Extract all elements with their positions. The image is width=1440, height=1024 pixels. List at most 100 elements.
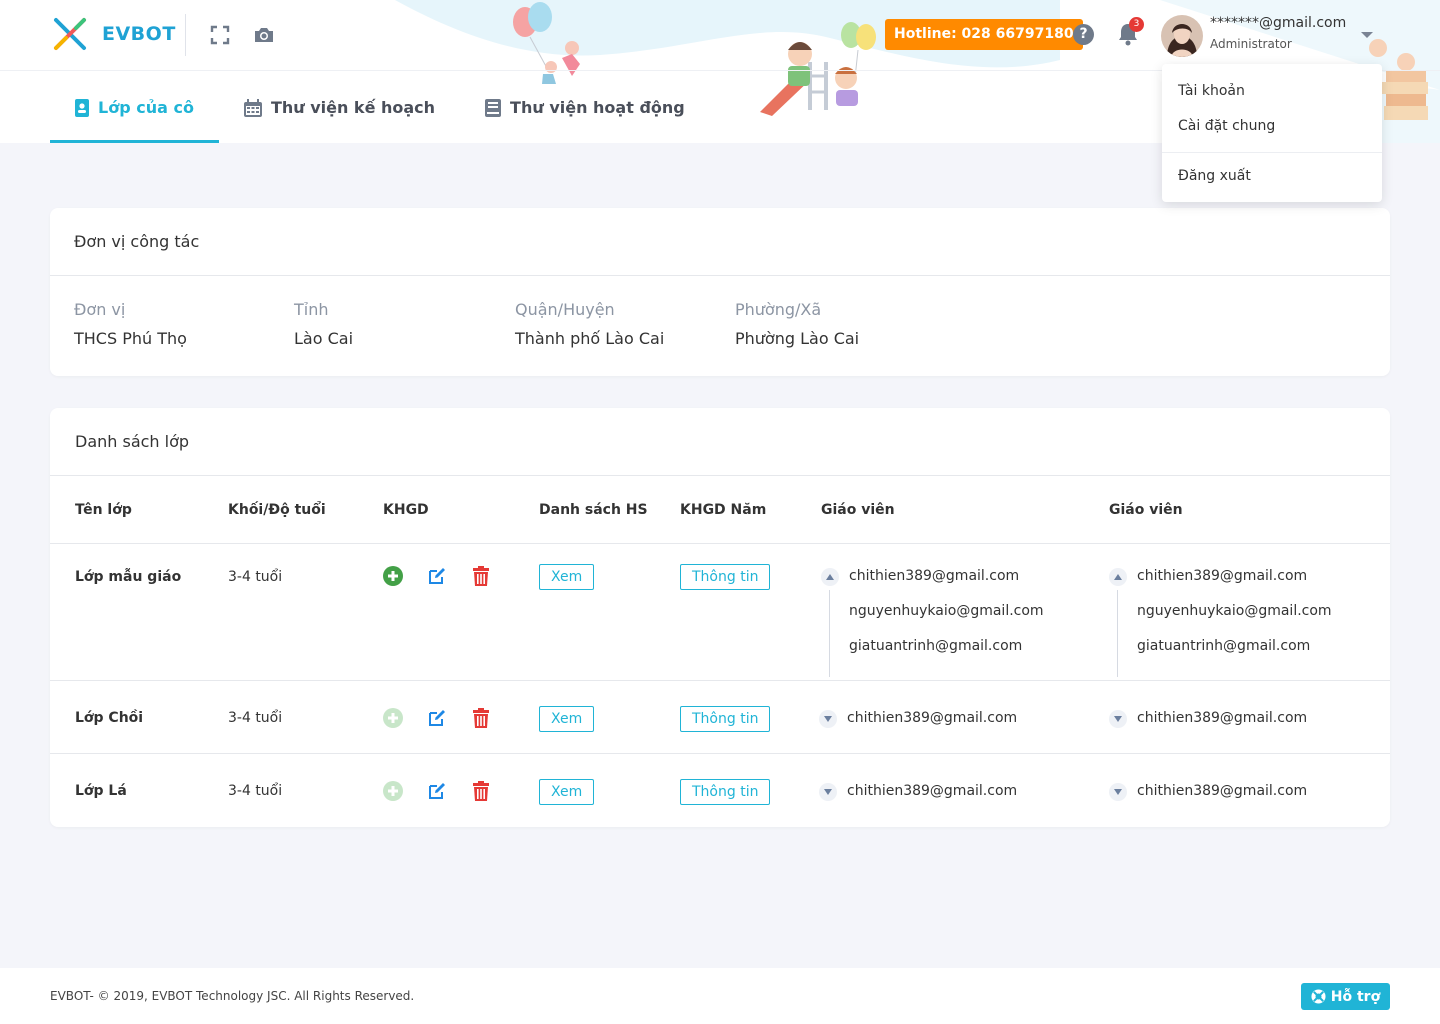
teacher-email: chithien389@gmail.com: [1137, 783, 1308, 799]
info-button[interactable]: Thông tin: [680, 779, 771, 805]
table-row: Lớp Lá 3-4 tuổi Xem Thông tin chithien38…: [50, 754, 1390, 827]
tab-label: Thư viện kế hoạch: [270, 98, 436, 117]
teacher-email: giatuantrinh@gmail.com: [849, 638, 1023, 654]
header-khgd: KHGD: [383, 502, 429, 518]
header-age-group: Khối/Độ tuổi: [228, 502, 326, 518]
class-name: Lớp mẫu giáo: [75, 569, 182, 585]
menu-item-logout[interactable]: Đăng xuất: [1162, 159, 1382, 194]
unit-field-district: Quận/Huyện Thành phố Lào Cai: [515, 300, 664, 348]
add-plan-icon[interactable]: [382, 565, 404, 587]
help-icon[interactable]: ?: [1073, 24, 1094, 45]
edit-icon[interactable]: [426, 707, 448, 729]
tree-line: [829, 590, 830, 677]
table-row: Lớp Chồi 3-4 tuổi Xem Thông tin chithien…: [50, 681, 1390, 754]
camera-icon[interactable]: [253, 24, 275, 46]
teacher-email: chithien389@gmail.com: [1137, 710, 1308, 726]
edit-icon[interactable]: [426, 780, 448, 802]
class-name: Lớp Lá: [75, 783, 127, 799]
calendar-icon: [243, 98, 262, 117]
evbot-logo-icon: [54, 18, 86, 50]
field-value: Thành phố Lào Cai: [515, 329, 665, 348]
add-plan-icon[interactable]: [382, 780, 404, 802]
header-khgd-year: KHGD Năm: [680, 502, 767, 518]
avatar[interactable]: [1161, 15, 1203, 57]
fullscreen-icon[interactable]: [209, 24, 231, 46]
hotline-badge[interactable]: Hotline: 028 66797180: [885, 19, 1083, 50]
footer: EVBOT- © 2019, EVBOT Technology JSC. All…: [0, 968, 1440, 1024]
support-label: Hỗ trợ: [1330, 988, 1381, 1005]
field-value: Phường Lào Cai: [735, 329, 860, 348]
class-age: 3-4 tuổi: [228, 569, 283, 585]
collapse-icon[interactable]: [821, 568, 839, 586]
delete-icon[interactable]: [470, 565, 492, 587]
teacher-email: chithien389@gmail.com: [847, 783, 1018, 799]
tab-activity-library[interactable]: Thư viện hoạt động: [460, 72, 710, 143]
class-name: Lớp Chồi: [75, 710, 144, 726]
expand-icon[interactable]: [819, 710, 837, 728]
class-list-title: Danh sách lớp: [50, 408, 1390, 476]
view-students-button[interactable]: Xem: [539, 564, 595, 590]
tree-line: [1117, 590, 1118, 677]
main-tabs: Lớp của cô Thư viện kế hoạch Thư viện ho…: [50, 72, 710, 143]
field-value: Lào Cai: [294, 329, 354, 348]
user-email[interactable]: *******@gmail.com: [1210, 15, 1346, 31]
table-row: Lớp mẫu giáo 3-4 tuổi Xem Thông tin chit…: [50, 544, 1390, 681]
view-students-button[interactable]: Xem: [539, 706, 595, 732]
unit-field-province: Tỉnh Lào Cai: [294, 300, 353, 348]
header-teacher-2: Giáo viên: [1109, 502, 1183, 518]
teacher-email: nguyenhuykaio@gmail.com: [849, 603, 1044, 619]
book-icon: [485, 98, 502, 117]
expand-icon[interactable]: [1109, 710, 1127, 728]
notification-bell-icon[interactable]: 3: [1117, 17, 1144, 46]
table-header: Tên lớp Khối/Độ tuổi KHGD Danh sách HS K…: [50, 476, 1390, 544]
unit-card-title: Đơn vị công tác: [50, 208, 1390, 276]
tab-plan-library[interactable]: Thư viện kế hoạch: [219, 72, 460, 143]
unit-field-ward: Phường/Xã Phường Lào Cai: [735, 300, 859, 348]
chevron-down-icon[interactable]: [1361, 32, 1373, 38]
teacher-email: chithien389@gmail.com: [847, 710, 1018, 726]
expand-icon[interactable]: [819, 783, 837, 801]
logo[interactable]: EVBOT: [52, 16, 176, 52]
field-label: Quận/Huyện: [515, 300, 615, 319]
lifebuoy-icon: [1311, 989, 1326, 1004]
header-student-list: Danh sách HS: [539, 502, 648, 518]
field-value: THCS Phú Thọ: [74, 329, 187, 348]
delete-icon[interactable]: [470, 707, 492, 729]
view-students-button[interactable]: Xem: [539, 779, 595, 805]
info-button[interactable]: Thông tin: [680, 564, 771, 590]
delete-icon[interactable]: [470, 780, 492, 802]
header-class-name: Tên lớp: [75, 502, 132, 518]
edit-icon[interactable]: [426, 565, 448, 587]
expand-icon[interactable]: [1109, 783, 1127, 801]
copyright-text: EVBOT- © 2019, EVBOT Technology JSC. All…: [50, 989, 415, 1003]
support-button[interactable]: Hỗ trợ: [1301, 983, 1390, 1010]
class-age: 3-4 tuổi: [228, 783, 283, 799]
class-list-card: Danh sách lớp Tên lớp Khối/Độ tuổi KHGD …: [50, 408, 1390, 827]
collapse-icon[interactable]: [1109, 568, 1127, 586]
unit-field-school: Đơn vị THCS Phú Thọ: [74, 300, 187, 348]
add-plan-icon[interactable]: [382, 707, 404, 729]
class-age: 3-4 tuổi: [228, 710, 283, 726]
menu-item-settings[interactable]: Cài đặt chung: [1162, 109, 1382, 144]
tab-label: Lớp của cô: [98, 98, 194, 117]
field-label: Phường/Xã: [735, 300, 822, 319]
tab-label: Thư viện hoạt động: [510, 98, 685, 117]
menu-item-account[interactable]: Tài khoản: [1162, 74, 1382, 109]
teacher-email: chithien389@gmail.com: [1137, 568, 1308, 584]
menu-divider: [1162, 152, 1382, 153]
user-role: Administrator: [1210, 37, 1292, 51]
info-button[interactable]: Thông tin: [680, 706, 771, 732]
tab-my-classes[interactable]: Lớp của cô: [50, 72, 219, 143]
field-label: Tỉnh: [294, 300, 329, 319]
field-label: Đơn vị: [74, 300, 126, 319]
teacher-email: giatuantrinh@gmail.com: [1137, 638, 1311, 654]
teacher-email: nguyenhuykaio@gmail.com: [1137, 603, 1332, 619]
id-badge-icon: [75, 98, 89, 117]
logo-text: EVBOT: [102, 23, 176, 45]
unit-fields: Đơn vị THCS Phú Thọ Tỉnh Lào Cai Quận/Hu…: [50, 276, 1390, 376]
header-teacher-1: Giáo viên: [821, 502, 895, 518]
notification-badge: 3: [1129, 17, 1144, 32]
unit-card: Đơn vị công tác Đơn vị THCS Phú Thọ Tỉnh…: [50, 208, 1390, 376]
top-bar: EVBOT Hotline: 028 66797180 ? 3 *******@…: [0, 0, 1440, 71]
teacher-email: chithien389@gmail.com: [849, 568, 1020, 584]
